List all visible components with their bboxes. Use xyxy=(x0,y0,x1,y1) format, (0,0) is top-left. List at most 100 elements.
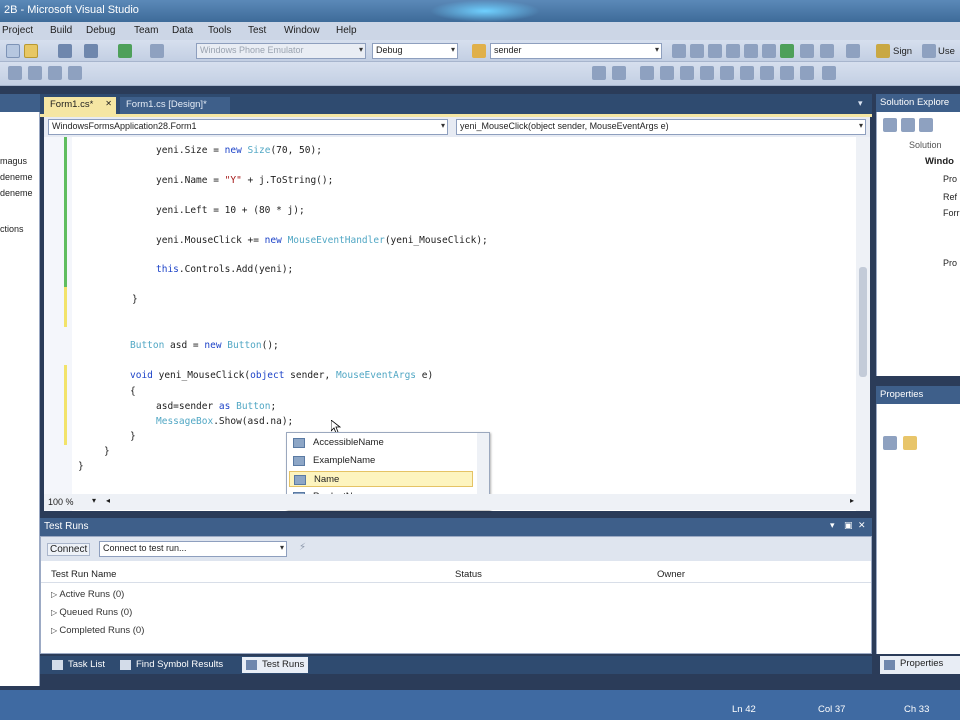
tab-find-symbol-results[interactable]: Find Symbol Results xyxy=(116,657,227,673)
dock-icon[interactable]: ▣ xyxy=(844,520,853,531)
toolbar2-icon-b[interactable] xyxy=(28,66,42,80)
toolbar2-icon-h[interactable] xyxy=(660,66,674,80)
alphabetical-icon[interactable] xyxy=(903,436,917,450)
toolbar-icon-h[interactable] xyxy=(800,44,814,58)
code-line: yeni.Left = 10 + (80 * j); xyxy=(156,205,305,216)
platform-combo[interactable]: Windows Phone Emulator ▾ xyxy=(196,43,366,59)
configuration-combo[interactable]: Debug ▾ xyxy=(372,43,458,59)
left-panel-item[interactable]: ctions xyxy=(0,224,24,234)
toolbar2-icon-c[interactable] xyxy=(48,66,62,80)
search-solution-input[interactable]: Solution xyxy=(909,140,942,150)
column-owner[interactable]: Owner xyxy=(657,569,685,580)
toolbar-icon-e[interactable] xyxy=(744,44,758,58)
categorized-icon[interactable] xyxy=(883,436,897,450)
toolbar2-icon-f[interactable] xyxy=(612,66,626,80)
start-debug-icon[interactable] xyxy=(118,44,132,58)
disconnect-icon[interactable]: ⚡ xyxy=(299,542,306,553)
tree-row-completed[interactable]: ▷ Completed Runs (0) xyxy=(51,625,144,636)
tab-test-runs[interactable]: Test Runs xyxy=(242,657,309,673)
toolbar2-icon-e[interactable] xyxy=(592,66,606,80)
open-folder-icon[interactable] xyxy=(24,44,38,58)
toolbar2-icon-a[interactable] xyxy=(8,66,22,80)
pin-icon[interactable]: ▾ xyxy=(830,520,835,531)
left-panel-item[interactable]: deneme xyxy=(0,188,33,198)
find-combo[interactable]: sender ▾ xyxy=(490,43,662,59)
user-icon[interactable] xyxy=(922,44,936,58)
test-runs-header: Test Runs ▾ ▣ ✕ xyxy=(40,518,872,536)
toolbar-icon-g[interactable] xyxy=(780,44,794,58)
intellisense-item[interactable]: AccessibleName xyxy=(289,435,473,451)
toolbar2-icon-p[interactable] xyxy=(822,66,836,80)
menu-help[interactable]: Help xyxy=(336,25,357,36)
toolbar2-icon-n[interactable] xyxy=(780,66,794,80)
sync-icon[interactable] xyxy=(919,118,933,132)
toolbar2-icon-o[interactable] xyxy=(800,66,814,80)
menu-window[interactable]: Window xyxy=(284,25,320,36)
close-icon[interactable]: ✕ xyxy=(858,520,866,531)
toolbar2-icon-l[interactable] xyxy=(740,66,754,80)
menu-project[interactable]: Project xyxy=(2,25,33,36)
redo-icon[interactable] xyxy=(84,44,98,58)
back-icon[interactable] xyxy=(883,118,897,132)
connect-combo[interactable]: Connect to test run... ▾ xyxy=(99,541,287,557)
intellisense-item-selected[interactable]: Name xyxy=(289,471,473,487)
new-project-icon[interactable] xyxy=(6,44,20,58)
scroll-right-icon[interactable]: ▸ xyxy=(850,496,854,505)
connect-button[interactable]: Connect xyxy=(47,543,91,556)
left-panel-item[interactable]: magus xyxy=(0,156,27,166)
tree-row-queued[interactable]: ▷ Queued Runs (0) xyxy=(51,607,132,618)
build-icon[interactable] xyxy=(150,44,164,58)
toolbar-icon-i[interactable] xyxy=(820,44,834,58)
menu-team[interactable]: Team xyxy=(134,25,158,36)
code-line: yeni.Size = new Size(70, 50); xyxy=(156,145,322,156)
tree-item-references[interactable]: Ref xyxy=(943,192,957,202)
toolbar2-icon-m[interactable] xyxy=(760,66,774,80)
menu-test[interactable]: Test xyxy=(248,25,266,36)
tree-item-program[interactable]: Pro xyxy=(943,258,957,268)
tree-row-active[interactable]: ▷ Active Runs (0) xyxy=(51,589,124,600)
left-panel-item[interactable]: deneme xyxy=(0,172,33,182)
toolbar2-icon-i[interactable] xyxy=(680,66,694,80)
vertical-scroll-thumb[interactable] xyxy=(859,267,867,377)
chevron-down-icon: ▾ xyxy=(858,121,863,130)
toolbar-icon-j[interactable] xyxy=(846,44,860,58)
toolbar2-icon-g[interactable] xyxy=(640,66,654,80)
solution-explorer-header: Solution Explore xyxy=(876,94,960,112)
toolbar2-icon-d[interactable] xyxy=(68,66,82,80)
column-status[interactable]: Status xyxy=(455,569,482,580)
tab-properties[interactable]: Properties xyxy=(880,656,960,674)
class-combo[interactable]: WindowsFormsApplication28.Form1 ▾ xyxy=(48,119,448,135)
tree-item-project[interactable]: Windo xyxy=(925,156,954,167)
close-icon[interactable]: ✕ xyxy=(105,99,112,108)
toolbar-icon-b[interactable] xyxy=(690,44,704,58)
user-label[interactable]: Use xyxy=(938,46,955,57)
toolbar-icon-c[interactable] xyxy=(708,44,722,58)
tree-item-properties[interactable]: Pro xyxy=(943,174,957,184)
find-icon[interactable] xyxy=(472,44,486,58)
menu-debug[interactable]: Debug xyxy=(86,25,115,36)
home-icon[interactable] xyxy=(901,118,915,132)
scroll-left-icon[interactable]: ◂ xyxy=(106,496,110,505)
standard-toolbar: Windows Phone Emulator ▾ Debug ▾ sender ▾ S… xyxy=(0,40,960,62)
menu-data[interactable]: Data xyxy=(172,25,193,36)
tree-item-form[interactable]: Forr xyxy=(943,208,960,218)
tab-overflow-icon[interactable]: ▾ xyxy=(858,98,863,109)
toolbar2-icon-k[interactable] xyxy=(720,66,734,80)
toolbar-icon-a[interactable] xyxy=(672,44,686,58)
tab-form1-design[interactable]: Form1.cs [Design]* xyxy=(120,97,230,114)
column-test-run-name[interactable]: Test Run Name xyxy=(51,569,116,580)
menu-tools[interactable]: Tools xyxy=(208,25,231,36)
intellisense-item[interactable]: ExampleName xyxy=(289,453,473,469)
menu-build[interactable]: Build xyxy=(50,25,72,36)
undo-icon[interactable] xyxy=(58,44,72,58)
zoom-level[interactable]: 100 % xyxy=(48,497,74,507)
toolbar2-icon-j[interactable] xyxy=(700,66,714,80)
chevron-down-icon[interactable]: ▾ xyxy=(92,496,96,505)
toolbar-icon-d[interactable] xyxy=(726,44,740,58)
signin-label[interactable]: Sign xyxy=(893,46,912,57)
tab-task-list[interactable]: Task List xyxy=(48,657,109,673)
member-combo[interactable]: yeni_MouseClick(object sender, MouseEven… xyxy=(456,119,866,135)
signin-icon[interactable] xyxy=(876,44,890,58)
toolbar-icon-f[interactable] xyxy=(762,44,776,58)
tab-form1-cs[interactable]: Form1.cs* ✕ xyxy=(44,97,116,114)
